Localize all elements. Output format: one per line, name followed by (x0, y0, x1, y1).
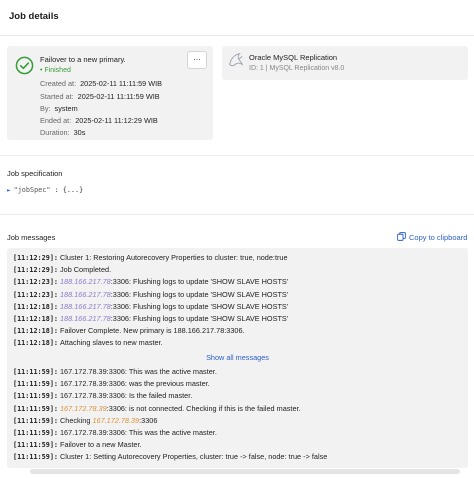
created-at-value: 2025-02-11 11:11:59 WIB (80, 79, 163, 88)
duration-value: 30s (73, 128, 86, 137)
log-timestamp: [11:12:29]: (13, 254, 59, 262)
log-timestamp: [11:11:59]: (13, 392, 59, 401)
caret-right-icon[interactable]: ► (7, 187, 11, 194)
log-entry: [11:11:59]: Checking 167.172.78.39:3306 (13, 416, 463, 427)
log-text: :3306 (139, 415, 158, 425)
more-actions-button[interactable]: ... (187, 51, 207, 69)
log-timestamp: [11:12:18]: (13, 327, 59, 336)
log-ip-address: 188.166.217.78 (60, 277, 111, 287)
log-timestamp: [11:12:23]: (13, 290, 59, 299)
log-text: Failover to a new Master. (60, 440, 142, 450)
log-timestamp: [11:11:59]: (13, 368, 59, 376)
log-text: Cluster 1: Setting Autorecovery Properti… (60, 452, 328, 462)
log-entry: [11:11:59]: 167.172.78.39:3306: is not co… (13, 404, 463, 415)
ended-at-value: 2025-02-11 11:12:29 WIB (75, 116, 158, 125)
log-timestamp: [11:11:59]: (13, 416, 59, 425)
log-entry: [11:12:18]: 188.166.217.78:3306: Flushing… (13, 314, 463, 325)
log-entry: [11:11:59]: 167.172.78.39:3306: was the p… (13, 379, 463, 390)
log-timestamp: [11:12:29]: (13, 266, 59, 275)
log-timestamp: [11:12:23]: (13, 278, 59, 287)
copy-label: Copy to clipboard (409, 233, 468, 242)
log-timestamp: [11:11:59]: (13, 380, 59, 389)
log-entry: [11:12:29]: Job Completed. (13, 265, 463, 276)
duration-label: Duration: (40, 128, 70, 137)
log-entry: [11:12:23]: 188.166.217.78:3306: Flushing… (13, 277, 463, 288)
duration-row: Duration: 30s (40, 128, 85, 137)
log-timestamp: [11:11:59]: (13, 429, 59, 437)
check-circle-icon (15, 56, 34, 75)
log-timestamp: [11:11:59]: (13, 404, 59, 413)
created-at-row: Created at: 2025-02-11 11:11:59 WIB (40, 79, 162, 88)
log-entry: [11:12:18]: Attaching slaves to new maste… (13, 338, 463, 349)
job-title: Failover to a new primary. (40, 55, 126, 64)
log-text: Cluster 1: Restoring Autorecovery Proper… (60, 253, 288, 262)
divider (0, 155, 474, 156)
copy-to-clipboard-button[interactable]: Copy to clipboard (397, 232, 467, 242)
divider (0, 214, 474, 215)
log-entry: [11:11:59]: 167.172.78.39:3306: Is the fa… (13, 391, 463, 402)
copy-icon (397, 232, 406, 241)
log-entry: [11:11:59]: 167.172.78.39:3306: This was … (13, 428, 463, 439)
log-ip-address: 188.166.217.78 (60, 301, 111, 311)
log-entry: [11:12:18]: 188.166.217.78:3306: Flushing… (13, 302, 463, 313)
log-entry: [11:12:23]: 188.166.217.78:3306: Flushing… (13, 290, 463, 301)
job-spec-tree[interactable]: ► "jobSpec" : {...} (7, 186, 83, 194)
job-spec-key: "jobSpec" (13, 186, 51, 194)
status-badge: • Finished (40, 67, 71, 74)
show-all-messages-link[interactable]: Show all messages (7, 353, 468, 362)
log-text: 167.172.78.39:3306: This was the active … (60, 367, 217, 376)
mysql-dolphin-icon (229, 53, 244, 67)
log-text: 167.172.78.39:3306: was the previous mas… (60, 379, 210, 389)
log-text: Failover Complete. New primary is 188.16… (60, 326, 245, 336)
log-entry: [11:11:59]: Failover to a new Master. (13, 440, 463, 451)
started-at-row: Started at: 2025-02-11 11:11:59 WIB (40, 92, 160, 101)
started-at-label: Started at: (40, 92, 74, 101)
log-text: :3306: is not connected. Checking if thi… (106, 403, 301, 413)
service-subtitle: ID: 1 | MySQL Replication v8.0 (249, 65, 345, 72)
log-timestamp: [11:12:18]: (13, 302, 59, 311)
log-text: :3306: Flushing logs to update 'SHOW SLA… (110, 314, 289, 323)
log-timestamp: [11:12:18]: (13, 315, 59, 323)
log-ip-address: 167.172.78.39 (92, 415, 140, 425)
log-text: :3306: Flushing logs to update 'SHOW SLA… (110, 289, 289, 299)
log-entry: [11:12:29]: Cluster 1: Restoring Autoreco… (13, 253, 463, 264)
log-ip-address: 188.166.217.78 (60, 314, 111, 323)
job-spec-title: Job specification (7, 169, 63, 178)
by-row: By: system (40, 104, 78, 113)
log-text: :3306: Flushing logs to update 'SHOW SLA… (110, 277, 289, 287)
log-text: Attaching slaves to new master. (60, 338, 163, 348)
log-text: 167.172.78.39:3306: This was the active … (60, 428, 217, 437)
log-text: :3306: Flushing logs to update 'SHOW SLA… (110, 301, 289, 311)
log-ip-address: 188.166.217.78 (60, 289, 111, 299)
created-at-label: Created at: (40, 79, 77, 88)
job-status-card: Failover to a new primary. • Finished Cr… (7, 46, 213, 140)
log-text: Job Completed. (60, 265, 112, 275)
by-label: By: (40, 104, 51, 113)
job-messages-title: Job messages (7, 233, 56, 242)
job-spec-value: : {...} (54, 186, 84, 194)
service-card[interactable]: Oracle MySQL Replication ID: 1 | MySQL R… (222, 46, 468, 80)
status-label: Finished (44, 67, 71, 74)
page-header: Job details (0, 0, 474, 36)
ended-at-row: Ended at: 2025-02-11 11:12:29 WIB (40, 116, 158, 125)
horizontal-scrollbar[interactable] (30, 469, 460, 474)
started-at-value: 2025-02-11 11:11:59 WIB (77, 92, 160, 101)
by-value: system (54, 104, 78, 113)
log-text: Checking (60, 415, 93, 425)
log-timestamp: [11:11:59]: (13, 453, 59, 462)
log-text: 167.172.78.39:3306: Is the failed master… (60, 391, 193, 401)
log-timestamp: [11:12:18]: (13, 339, 59, 348)
log-ip-address: 167.172.78.39 (60, 403, 107, 413)
log-entry: [11:11:59]: Cluster 1: Setting Autorecove… (13, 452, 463, 463)
page-title: Job details (9, 11, 59, 22)
log-timestamp: [11:11:59]: (13, 441, 59, 450)
ended-at-label: Ended at: (40, 116, 72, 125)
service-name: Oracle MySQL Replication (249, 53, 338, 62)
log-entry: [11:12:18]: Failover Complete. New primar… (13, 326, 463, 337)
log-entry: [11:11:59]: 167.172.78.39:3306: This was … (13, 367, 463, 378)
job-messages-log: [11:12:29]: Cluster 1: Restoring Autoreco… (7, 248, 468, 468)
